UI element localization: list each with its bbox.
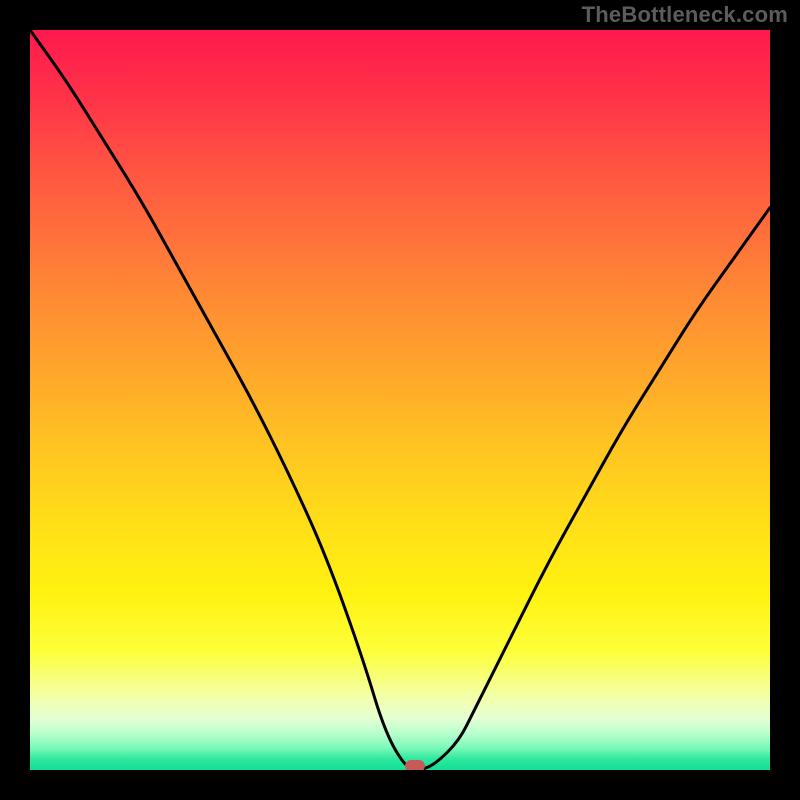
optimal-point-marker bbox=[405, 760, 425, 770]
bottleneck-curve bbox=[30, 30, 770, 770]
chart-frame: TheBottleneck.com bbox=[0, 0, 800, 800]
plot-area bbox=[30, 30, 770, 770]
watermark-text: TheBottleneck.com bbox=[582, 2, 788, 28]
